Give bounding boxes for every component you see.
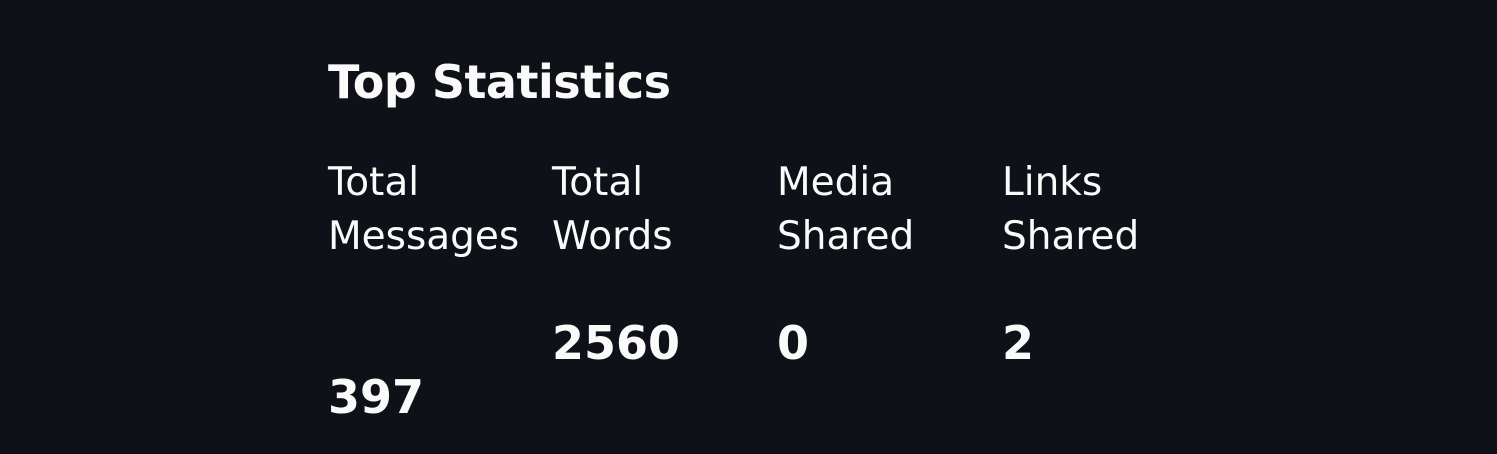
stat-links-shared: Links Shared 2: [1002, 156, 1217, 370]
stat-media-shared: Media Shared 0: [777, 156, 992, 370]
stat-value: 2: [1002, 316, 1035, 370]
stat-label: Links Shared: [1002, 160, 1140, 259]
stat-total-words: Total Words 2560: [552, 156, 767, 370]
stat-value: 397: [328, 370, 425, 424]
stat-label: Total Words: [552, 160, 673, 259]
stat-value: 2560: [552, 316, 681, 370]
stat-value: 0: [777, 316, 810, 370]
stat-label: Media Shared: [777, 160, 915, 259]
stat-total-messages: Total Messages 397: [328, 156, 543, 424]
stat-label: Total Messages: [328, 160, 520, 259]
main-content: Top Statistics Total Messages 397 Total …: [328, 0, 1228, 454]
page-title: Top Statistics: [328, 55, 671, 109]
